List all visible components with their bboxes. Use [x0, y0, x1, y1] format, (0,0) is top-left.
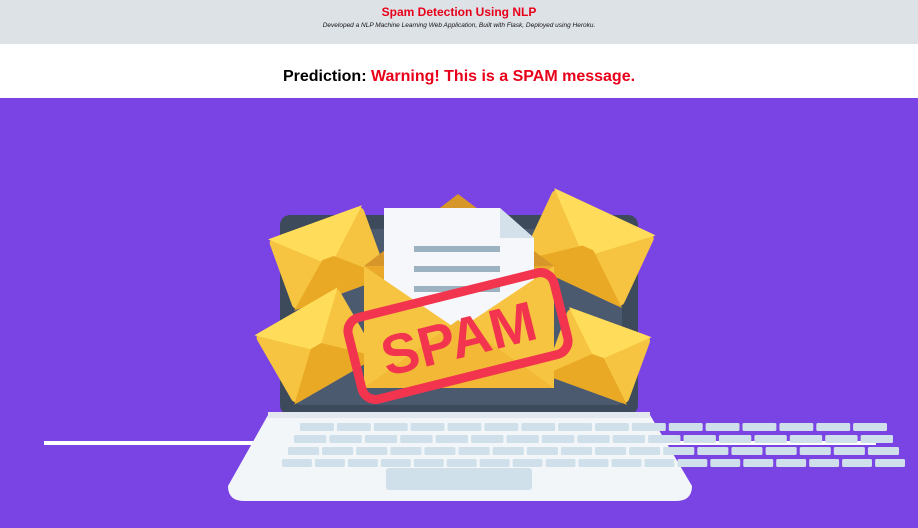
keyboard-key	[506, 435, 539, 443]
keyboard-key	[683, 435, 716, 443]
keyboard-key	[329, 435, 362, 443]
keyboard-key	[629, 447, 661, 455]
keyboard-key	[867, 447, 899, 455]
keyboard-key	[705, 423, 740, 431]
laptop-spam-illustration-icon: SPAM	[44, 188, 905, 501]
keyboard-key	[347, 459, 378, 467]
keyboard-key	[631, 423, 666, 431]
keyboard-key	[853, 423, 887, 431]
keyboard-key	[282, 459, 312, 467]
prediction-row: Prediction: Warning! This is a SPAM mess…	[0, 44, 918, 98]
keyboard-key	[578, 459, 609, 467]
keyboard-key	[644, 459, 675, 467]
keyboard-key	[435, 435, 468, 443]
keyboard-key	[718, 435, 752, 443]
keyboard-key	[373, 423, 408, 431]
keyboard-key	[731, 447, 763, 455]
keyboard-key	[400, 435, 433, 443]
keyboard-key	[558, 423, 592, 431]
keyboard-key	[612, 435, 646, 443]
keyboard-key	[875, 459, 905, 467]
keyboard-key	[577, 435, 610, 443]
keyboard-key	[294, 435, 327, 443]
keyboard-key	[447, 423, 482, 431]
laptop-keyboard	[228, 412, 905, 501]
keyboard-key	[446, 459, 477, 467]
prediction-value: Warning! This is a SPAM message.	[370, 68, 636, 85]
keyboard-key	[471, 435, 504, 443]
keyboard-key	[545, 459, 576, 467]
keyboard-key	[390, 447, 422, 455]
keyboard-key	[541, 435, 575, 443]
keyboard-key	[560, 447, 592, 455]
trackpad	[386, 468, 532, 490]
keyboard-key	[860, 435, 893, 443]
keyboard-key	[521, 423, 556, 431]
app-header: Spam Detection Using NLP Developed a NLP…	[0, 0, 918, 44]
keyboard-key	[648, 435, 681, 443]
keyboard-key	[458, 447, 490, 455]
keyboard-key	[288, 447, 320, 455]
keyboard-key	[710, 459, 741, 467]
keyboard-key	[314, 459, 345, 467]
app-subtitle: Developed a NLP Machine Learning Web App…	[322, 22, 596, 29]
keyboard-key	[484, 423, 519, 431]
keyboard-key	[809, 459, 840, 467]
prediction-label: Prediction:	[282, 68, 367, 85]
keyboard-key	[742, 423, 777, 431]
keyboard-key	[779, 423, 814, 431]
keyboard-key	[410, 423, 445, 431]
keyboard-key	[825, 435, 858, 443]
keyboard-key	[776, 459, 807, 467]
keyboard-key	[595, 423, 629, 431]
keyboard-key	[479, 459, 510, 467]
prediction-result: Prediction: Warning! This is a SPAM mess…	[0, 68, 918, 86]
spam-illustration: SPAM	[0, 98, 918, 528]
keyboard-key	[799, 447, 831, 455]
keyboard-key	[413, 459, 444, 467]
keyboard-key	[842, 459, 872, 467]
keyboard-key	[789, 435, 823, 443]
keyboard-key	[754, 435, 787, 443]
keyboard-key	[322, 447, 354, 455]
keyboard-key	[697, 447, 729, 455]
app-title: Spam Detection Using NLP	[381, 5, 537, 19]
keyboard-key	[677, 459, 708, 467]
keyboard-key	[526, 447, 558, 455]
keyboard-key	[595, 447, 627, 455]
keyboard-key	[424, 447, 456, 455]
keyboard-key	[364, 435, 398, 443]
keyboard-key	[743, 459, 774, 467]
keyboard-key	[765, 447, 797, 455]
keyboard-key	[512, 459, 543, 467]
keyboard-key	[380, 459, 411, 467]
keyboard-key	[492, 447, 524, 455]
keyboard-key	[336, 423, 371, 431]
keyboard-key	[816, 423, 851, 431]
keyboard-key	[668, 423, 703, 431]
keyboard-key	[356, 447, 388, 455]
keyboard-key	[300, 423, 334, 431]
keyboard-key	[833, 447, 865, 455]
keyboard-key	[663, 447, 695, 455]
keyboard-key	[611, 459, 642, 467]
